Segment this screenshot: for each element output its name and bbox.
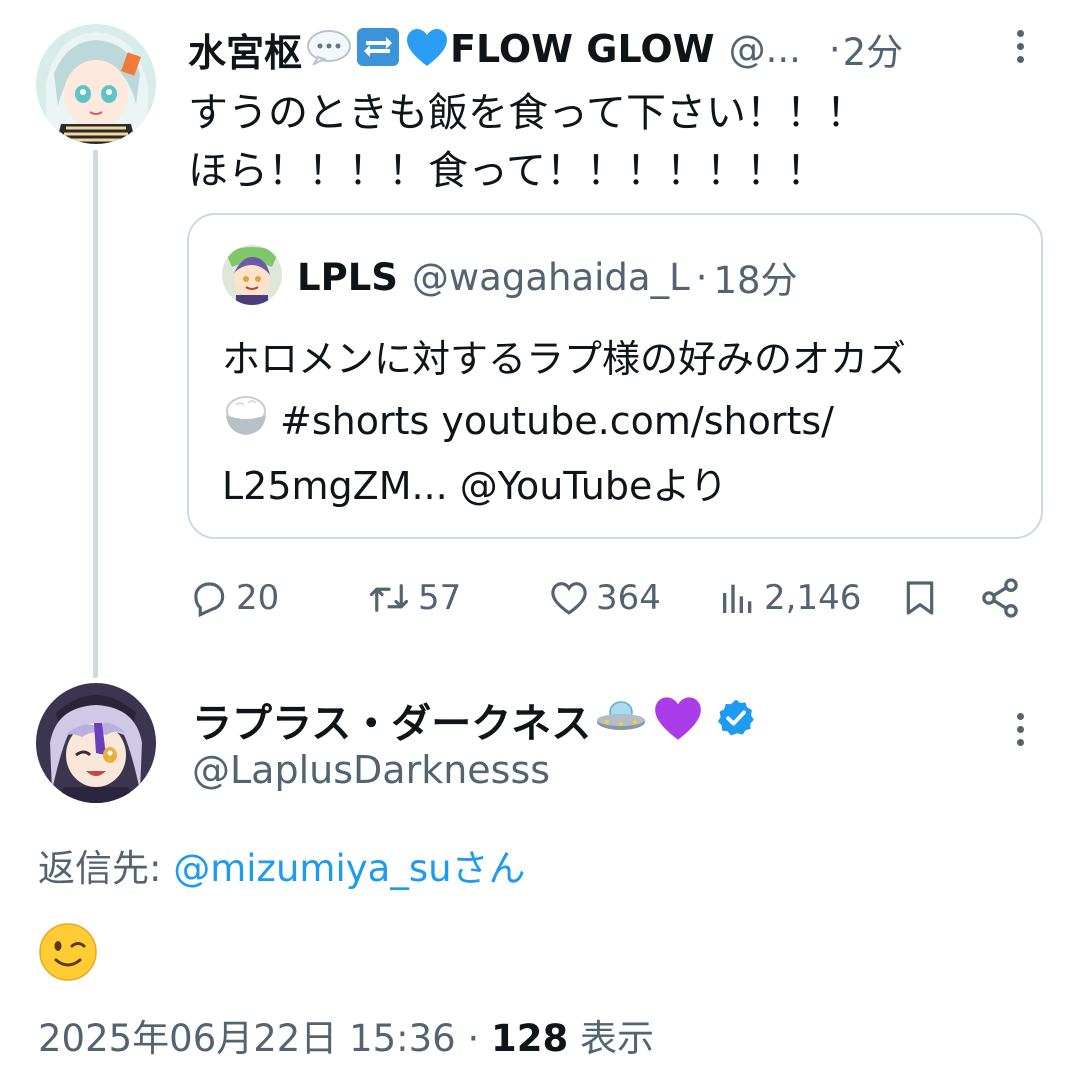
quote-author-handle: @wagahaida_L bbox=[411, 255, 690, 299]
tweet-thread: 水宮枢 FLOW GLOW @... · 2分 すうのときも飯を食って下さい！！… bbox=[0, 0, 1080, 1078]
like-button[interactable]: 364 bbox=[548, 568, 661, 628]
reply-icon bbox=[188, 577, 230, 619]
quote-header: LPLS @wagahaida_L · 18分 bbox=[297, 250, 798, 304]
tweet-action-bar: 20 57 364 2,146 bbox=[188, 568, 1028, 628]
share-button[interactable] bbox=[978, 568, 1022, 628]
share-icon bbox=[978, 576, 1022, 620]
retweet-icon bbox=[366, 577, 412, 619]
heart-icon bbox=[548, 577, 590, 619]
tweet-text-line: ほら！！！！食って！！！！！！！ bbox=[188, 148, 826, 194]
quote-time-separator: · bbox=[695, 255, 708, 299]
reply-view-count: 128 bbox=[491, 1017, 569, 1060]
tweet-header: 水宮枢 FLOW GLOW @... · 2分 bbox=[188, 22, 903, 76]
thread-connector-line bbox=[93, 150, 98, 678]
reply-to-user-link[interactable]: @mizumiya_suさん bbox=[173, 847, 525, 890]
speech-bubble-icon bbox=[306, 29, 352, 69]
blue-heart-icon bbox=[404, 26, 450, 72]
quote-text-line: ホロメンに対するラプ様の好みのオカズ bbox=[222, 337, 907, 381]
retweet-count: 57 bbox=[418, 578, 462, 618]
author-display-name[interactable]: 水宮枢 bbox=[188, 22, 302, 77]
tweet-text-line: すうのときも飯を食って下さい！！！ bbox=[188, 90, 866, 136]
quote-text-line: #shorts youtube.com/shorts/ bbox=[280, 399, 834, 443]
avatar-laplus[interactable] bbox=[36, 683, 156, 803]
reply-view-label: 表示 bbox=[568, 1017, 654, 1060]
repeat-icon bbox=[356, 27, 400, 71]
reply-author-handle[interactable]: @LaplusDarknesss bbox=[192, 748, 550, 792]
reply-author-name[interactable]: ラプラス・ダークネス bbox=[192, 691, 591, 749]
quote-text-line: L25mgZM... @YouTubeより bbox=[222, 463, 728, 508]
time-separator: · bbox=[828, 27, 841, 71]
reply-count: 20 bbox=[236, 578, 280, 618]
avatar-mizumiya[interactable] bbox=[36, 24, 156, 144]
quote-author-name: LPLS bbox=[297, 255, 398, 299]
more-options-icon[interactable] bbox=[1015, 30, 1025, 63]
bookmark-icon bbox=[900, 576, 940, 620]
reply-timestamp[interactable]: 2025年06月22日 15:36 · bbox=[38, 1017, 491, 1060]
retweet-button[interactable]: 57 bbox=[366, 568, 461, 628]
quote-text-line-with-emoji: #shorts youtube.com/shorts/ bbox=[222, 390, 1022, 455]
winking-face-icon bbox=[38, 922, 98, 986]
bookmark-button[interactable] bbox=[900, 568, 940, 628]
tweet-text: すうのときも飯を食って下さい！！！ ほら！！！！食って！！！！！！！ bbox=[188, 84, 1048, 200]
like-count: 364 bbox=[596, 578, 661, 618]
author-name-suffix[interactable]: FLOW GLOW bbox=[450, 27, 715, 71]
analytics-icon bbox=[718, 577, 758, 619]
more-options-icon[interactable] bbox=[1015, 713, 1025, 746]
tweet-time[interactable]: 2分 bbox=[843, 22, 904, 76]
reply-timestamp-row: 2025年06月22日 15:36 · 128 表示 bbox=[38, 1008, 654, 1062]
verified-badge-icon[interactable] bbox=[715, 697, 757, 743]
rice-bowl-icon bbox=[222, 393, 270, 455]
quote-time: 18分 bbox=[713, 259, 798, 302]
avatar-lpls bbox=[222, 245, 282, 305]
reply-header: ラプラス・ダークネス bbox=[192, 690, 757, 750]
purple-heart-icon bbox=[651, 694, 705, 746]
reply-to-line: 返信先: @mizumiya_suさん bbox=[38, 838, 526, 892]
reply-to-label: 返信先: bbox=[38, 847, 174, 890]
quote-body: ホロメンに対するラプ様の好みのオカズ #shorts youtube.com/s… bbox=[222, 328, 1022, 517]
author-handle[interactable]: @... bbox=[729, 28, 801, 71]
views-button[interactable]: 2,146 bbox=[718, 568, 861, 628]
reply-button[interactable]: 20 bbox=[188, 568, 279, 628]
view-count: 2,146 bbox=[764, 578, 862, 618]
ufo-icon bbox=[595, 698, 647, 742]
